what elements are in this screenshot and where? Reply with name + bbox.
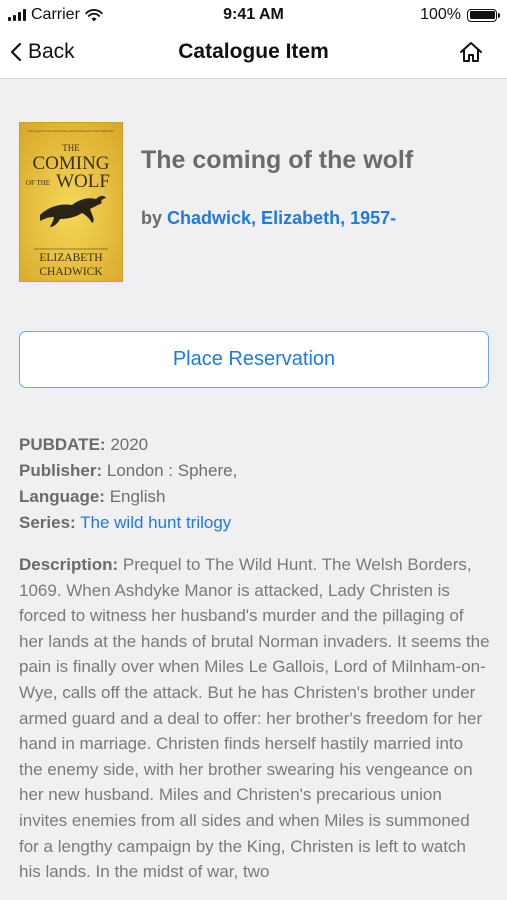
language-row: Language: English [19,484,489,510]
book-cover: The prequel to the bestselling and belov… [19,122,123,282]
by-label: by [141,208,163,228]
pubdate-row: PUBDATE: 2020 [19,432,489,458]
cover-title-line3: OF THE [26,179,50,187]
description-text: Prequel to The Wild Hunt. The Welsh Bord… [19,555,490,882]
status-bar: Carrier 9:41 AM 100% [0,0,507,30]
battery-icon [467,8,500,22]
description-label: Description: [19,555,119,574]
language-label: Language: [19,487,105,506]
language-value: English [109,487,166,506]
place-reservation-button[interactable]: Place Reservation [19,331,489,388]
book-details: PUBDATE: 2020 Publisher: London : Sphere… [19,432,489,536]
cover-art: The prequel to the bestselling and belov… [20,123,122,281]
publisher-row: Publisher: London : Sphere, [19,458,489,484]
series-label: Series: [19,513,76,532]
navigation-bar: Back Catalogue Item [0,30,507,79]
battery-status: 100% [420,6,500,24]
pubdate-value: 2020 [110,435,149,454]
publisher-value: London : Sphere, [106,461,238,480]
cover-author-line1: ELIZABETH [39,252,102,264]
book-title: The coming of the wolf [141,146,414,174]
pubdate-label: PUBDATE: [19,435,106,454]
cover-title-line4: WOLF [56,171,110,192]
author-link[interactable]: Chadwick, Elizabeth, 1957- [167,208,396,228]
description: Description: Prequel to The Wild Hunt. T… [19,552,491,885]
publisher-label: Publisher: [19,461,103,480]
home-icon [460,42,482,62]
page-title: Catalogue Item [178,40,329,63]
author-line: by Chadwick, Elizabeth, 1957- [141,208,396,229]
battery-percent: 100% [420,6,461,23]
cover-title-line1: THE [62,143,80,153]
cover-tagline: The prequel to the bestselling and belov… [28,129,115,133]
home-button[interactable] [459,41,483,68]
series-row: Series: The wild hunt trilogy [19,510,489,536]
series-link[interactable]: The wild hunt trilogy [80,513,231,532]
cover-author-line2: CHADWICK [39,266,103,278]
